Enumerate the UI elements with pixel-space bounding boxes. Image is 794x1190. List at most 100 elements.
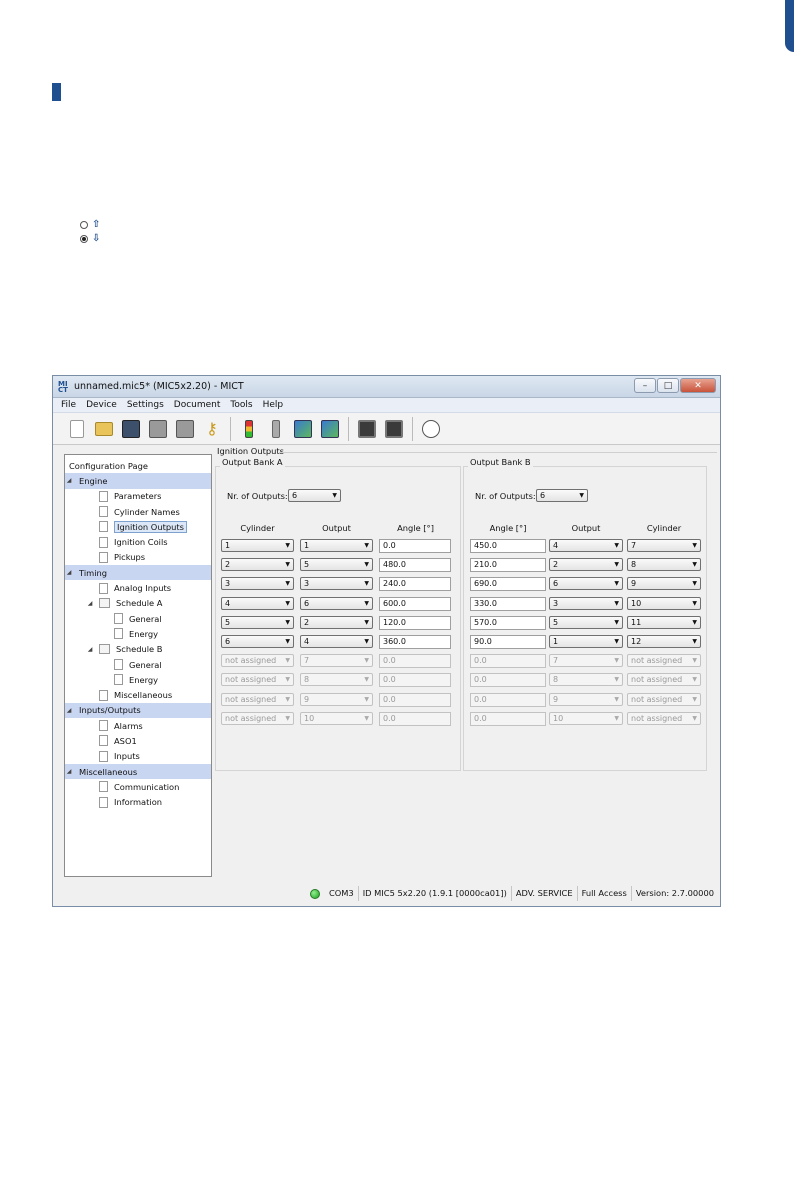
- tree-item-schedule-a-energy[interactable]: Energy: [65, 626, 211, 641]
- tree-item-parameters[interactable]: Parameters: [65, 489, 211, 504]
- bank-b-angle-input: 0.0: [470, 673, 546, 688]
- tree-item-schedule-b-energy[interactable]: Energy: [65, 672, 211, 687]
- bank-a-angle-input[interactable]: 240.0: [379, 577, 451, 592]
- tree-item-schedule-b[interactable]: ◢ Schedule B: [65, 642, 211, 657]
- title-bar[interactable]: MI CT unnamed.mic5* (MIC5x2.20) - MICT –…: [53, 376, 720, 398]
- menu-device[interactable]: Device: [86, 400, 117, 410]
- menu-file[interactable]: File: [61, 400, 76, 410]
- expand-icon[interactable]: ◢: [65, 477, 73, 484]
- expand-icon[interactable]: ◢: [65, 707, 73, 714]
- close-button[interactable]: ✕: [680, 378, 716, 393]
- menu-tools[interactable]: Tools: [230, 400, 252, 410]
- bank-b-angle-input[interactable]: 450.0: [470, 539, 546, 553]
- tree-group-timing[interactable]: ◢ Timing: [65, 565, 211, 581]
- toolbar: ⚷: [53, 413, 720, 445]
- bank-a-angle-input[interactable]: 360.0: [379, 635, 451, 649]
- gauge-button[interactable]: [419, 417, 443, 441]
- expand-icon[interactable]: ◢: [86, 600, 94, 607]
- upload-button[interactable]: [318, 417, 342, 441]
- radio-up[interactable]: [80, 221, 88, 229]
- menu-document[interactable]: Document: [174, 400, 221, 410]
- bank-a-cylinder-select[interactable]: 1: [221, 539, 294, 552]
- up-option[interactable]: ⇧: [80, 219, 101, 230]
- disconnect-button[interactable]: [264, 417, 288, 441]
- bank-a-output-select[interactable]: 5: [300, 558, 373, 572]
- bank-a-angle-input[interactable]: 480.0: [379, 558, 451, 573]
- expand-icon[interactable]: ◢: [65, 569, 73, 576]
- bank-b-cylinder-select[interactable]: 7: [627, 539, 701, 552]
- bank-b-output-select[interactable]: 4: [549, 539, 623, 552]
- monitor-button[interactable]: [355, 417, 379, 441]
- status-port: COM3: [328, 888, 354, 898]
- tree-item-alarms[interactable]: Alarms: [65, 718, 211, 733]
- bank-a-cylinder-select[interactable]: 6: [221, 635, 294, 648]
- bank-b-output-select[interactable]: 5: [549, 615, 623, 629]
- tree-item-pickups[interactable]: Pickups: [65, 550, 211, 565]
- arrow-up-icon: ⇧: [92, 219, 101, 230]
- bank-a-angle-input[interactable]: 600.0: [379, 596, 451, 611]
- bank-b-angle-input[interactable]: 330.0: [470, 596, 546, 611]
- tree-group-miscellaneous[interactable]: ◢ Miscellaneous: [65, 763, 211, 780]
- radio-down[interactable]: [80, 235, 88, 243]
- bank-a-cylinder-select[interactable]: 3: [221, 577, 294, 591]
- bank-b-output-select[interactable]: 3: [549, 596, 623, 610]
- bank-a-output-select[interactable]: 1: [300, 539, 373, 552]
- tree-item-ignition-coils[interactable]: Ignition Coils: [65, 534, 211, 549]
- bank-b-cylinder-select[interactable]: 8: [627, 558, 701, 572]
- bank-b-angle-input[interactable]: 570.0: [470, 615, 546, 630]
- tree-group-inputs-outputs[interactable]: ◢ Inputs/Outputs: [65, 702, 211, 719]
- key-button[interactable]: ⚷: [200, 417, 224, 441]
- down-option[interactable]: ⇩: [80, 234, 100, 244]
- save-button[interactable]: [119, 417, 143, 441]
- tree-item-aso1[interactable]: ASO1: [65, 733, 211, 748]
- page-icon: [114, 659, 123, 670]
- bank-b-cylinder-select[interactable]: 11: [627, 615, 701, 629]
- open-button[interactable]: [92, 417, 116, 441]
- tree-item-schedule-b-general[interactable]: General: [65, 657, 211, 672]
- tree-item-analog-inputs[interactable]: Analog Inputs: [65, 580, 211, 595]
- bank-b-angle-input[interactable]: 210.0: [470, 558, 546, 573]
- bank-b-angle-input[interactable]: 690.0: [470, 577, 546, 592]
- new-button[interactable]: [65, 417, 89, 441]
- bank-b-cylinder-select: not assigned: [627, 673, 701, 687]
- print-preview-icon: [176, 419, 194, 438]
- print-preview-button[interactable]: [173, 417, 197, 441]
- bank-b-cylinder-select[interactable]: 9: [627, 577, 701, 591]
- bank-b-cylinder-select[interactable]: 12: [627, 635, 701, 648]
- expand-icon[interactable]: ◢: [65, 768, 73, 775]
- connect-button[interactable]: [237, 417, 261, 441]
- tree-item-information[interactable]: Information: [65, 795, 211, 810]
- bank-a-cylinder-select[interactable]: 5: [221, 615, 294, 629]
- bank-b-angle-input[interactable]: 90.0: [470, 635, 546, 649]
- tree-item-ignition-outputs[interactable]: Ignition Outputs: [65, 519, 211, 534]
- screen-button[interactable]: [382, 417, 406, 441]
- bank-a-angle-input[interactable]: 120.0: [379, 615, 451, 630]
- bank-a-nr-outputs-select[interactable]: 6: [288, 489, 341, 502]
- tree-item-miscellaneous[interactable]: Miscellaneous: [65, 687, 211, 702]
- tree-item-communication[interactable]: Communication: [65, 779, 211, 794]
- tree-item-cylinder-names[interactable]: Cylinder Names: [65, 504, 211, 519]
- bank-b-output-select[interactable]: 1: [549, 635, 623, 648]
- bank-a-output-select[interactable]: 4: [300, 635, 373, 648]
- bank-b-output-select[interactable]: 6: [549, 577, 623, 591]
- menu-help[interactable]: Help: [263, 400, 284, 410]
- bank-a-angle-input[interactable]: 0.0: [379, 539, 451, 553]
- bank-a-output-select[interactable]: 6: [300, 596, 373, 610]
- tree-item-inputs[interactable]: Inputs: [65, 749, 211, 764]
- bank-a-cylinder-select[interactable]: 2: [221, 558, 294, 572]
- bank-b-output-select[interactable]: 2: [549, 558, 623, 572]
- expand-icon[interactable]: ◢: [86, 646, 94, 653]
- maximize-button[interactable]: □: [657, 378, 679, 393]
- tree-item-schedule-a-general[interactable]: General: [65, 611, 211, 626]
- print-button[interactable]: [146, 417, 170, 441]
- tree-group-engine[interactable]: ◢ Engine: [65, 473, 211, 489]
- menu-settings[interactable]: Settings: [127, 400, 164, 410]
- minimize-button[interactable]: –: [634, 378, 656, 393]
- bank-a-output-select[interactable]: 2: [300, 615, 373, 629]
- bank-b-cylinder-select[interactable]: 10: [627, 596, 701, 610]
- tree-item-schedule-a[interactable]: ◢ Schedule A: [65, 596, 211, 611]
- bank-a-output-select[interactable]: 3: [300, 577, 373, 591]
- bank-a-cylinder-select[interactable]: 4: [221, 596, 294, 610]
- bank-b-nr-outputs-select[interactable]: 6: [536, 489, 588, 502]
- download-button[interactable]: [291, 417, 315, 441]
